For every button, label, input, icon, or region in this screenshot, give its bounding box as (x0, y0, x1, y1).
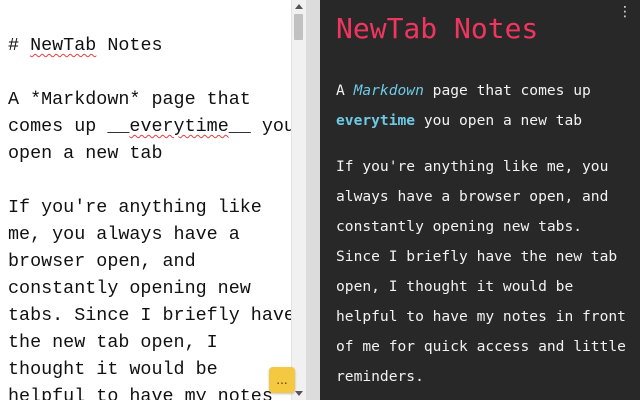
editor-text-run: thought it would be (8, 359, 218, 380)
editor-line[interactable]: thought it would be (8, 356, 298, 383)
editor-text-run: browser open, and (8, 251, 196, 272)
kebab-menu-icon[interactable]: ⋮ (618, 4, 632, 20)
editor-text-run: Notes (96, 35, 163, 56)
editor-text-run: A *Markdown* page that (8, 89, 251, 110)
editor-text[interactable]: # NewTab Notes A *Markdown* page that come… (8, 32, 298, 400)
intro-strong: everytime (336, 112, 416, 129)
editor-line[interactable]: A *Markdown* page that (8, 86, 298, 113)
editor-line[interactable]: constantly opening new (8, 275, 298, 302)
editor-text-run: open a new tab (8, 143, 163, 164)
editor-text-run: If you're anything like (8, 197, 262, 218)
pane-divider[interactable] (306, 0, 320, 400)
more-options-button[interactable]: ... (269, 367, 295, 393)
intro-emphasis: Markdown (353, 82, 424, 99)
misspelled-word: everytime (129, 116, 229, 137)
scrollbar-thumb[interactable] (294, 14, 303, 40)
newtab-notes-app: # NewTab Notes A *Markdown* page that come… (0, 0, 640, 400)
preview-body: A Markdown page that comes up everytime … (336, 76, 632, 400)
editor-text-run: tabs. Since I briefly have (8, 305, 295, 326)
editor-line[interactable] (8, 59, 298, 86)
markdown-preview: ⋮ NewTab Notes A Markdown page that come… (320, 0, 640, 400)
preview-intro-paragraph: A Markdown page that comes up everytime … (336, 76, 632, 136)
editor-line[interactable]: helpful to have my notes (8, 383, 298, 400)
editor-line[interactable]: If you're anything like (8, 194, 298, 221)
editor-scrollbar[interactable] (291, 0, 306, 400)
scroll-up-arrow-icon[interactable] (295, 4, 303, 9)
preview-title: NewTab Notes (336, 12, 539, 45)
intro-suffix: you open a new tab (415, 112, 583, 129)
intro-middle: page that comes up (423, 82, 591, 99)
editor-text-run: helpful to have my notes (8, 386, 273, 400)
intro-prefix: A (336, 82, 354, 99)
editor-text-run: __ you (228, 116, 295, 137)
editor-text-run: me, you always have a (8, 224, 240, 245)
editor-line[interactable]: comes up __everytime__ you (8, 113, 298, 140)
editor-text-run: # (8, 35, 31, 56)
misspelled-word: NewTab (30, 35, 97, 56)
scroll-down-arrow-icon[interactable] (295, 391, 303, 396)
editor-line[interactable]: open a new tab (8, 140, 298, 167)
editor-line[interactable]: # NewTab Notes (8, 32, 298, 59)
editor-line[interactable]: the new tab open, I (8, 329, 298, 356)
editor-line[interactable]: me, you always have a (8, 221, 298, 248)
editor-line[interactable]: browser open, and (8, 248, 298, 275)
editor-line[interactable] (8, 167, 298, 194)
editor-text-run: the new tab open, I (8, 332, 218, 353)
markdown-editor[interactable]: # NewTab Notes A *Markdown* page that come… (0, 0, 306, 400)
editor-text-run: comes up __ (8, 116, 130, 137)
editor-line[interactable]: tabs. Since I briefly have (8, 302, 298, 329)
preview-paragraph: If you're anything like me, you always h… (336, 158, 626, 385)
editor-text-run: constantly opening new (8, 278, 251, 299)
